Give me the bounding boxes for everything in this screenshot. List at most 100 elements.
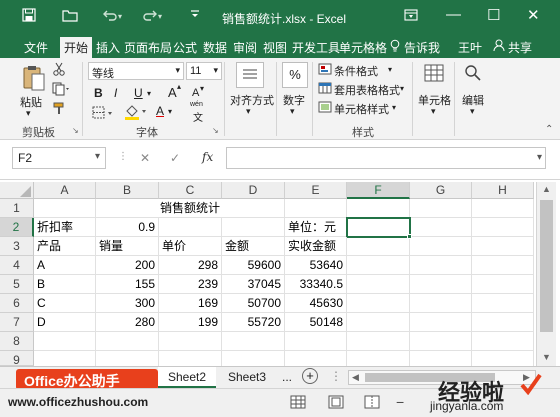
cell-a7[interactable]: D bbox=[34, 313, 96, 332]
cell-b3[interactable]: 销量 bbox=[96, 237, 159, 256]
column-header-e[interactable]: E bbox=[285, 182, 347, 199]
phonetic-guide-button[interactable]: 文 bbox=[193, 109, 203, 124]
alignment-dropdown-icon[interactable]: ▾ bbox=[246, 106, 251, 117]
font-launcher-icon[interactable]: ↘ bbox=[212, 126, 219, 135]
cell-e7[interactable]: 50148 bbox=[285, 313, 347, 332]
tab-home[interactable]: 开始 bbox=[60, 37, 93, 58]
cell-styles-icon[interactable] bbox=[318, 101, 332, 116]
undo-icon[interactable] bbox=[102, 8, 118, 25]
format-as-table-icon[interactable] bbox=[318, 82, 332, 97]
open-folder-icon[interactable] bbox=[62, 8, 78, 25]
vertical-scroll-thumb[interactable] bbox=[540, 200, 553, 332]
row-header-1[interactable]: 1 bbox=[0, 199, 34, 218]
underline-dropdown-icon[interactable]: ▾ bbox=[147, 89, 151, 98]
underline-button[interactable]: U bbox=[134, 86, 143, 100]
cell-styles-dropdown-icon[interactable]: ▾ bbox=[392, 103, 396, 112]
cell-e6[interactable]: 45630 bbox=[285, 294, 347, 313]
cell-a1[interactable] bbox=[34, 199, 96, 218]
vertical-scrollbar[interactable]: ▲ ▼ bbox=[536, 182, 556, 366]
number-dropdown-icon[interactable]: ▾ bbox=[290, 106, 295, 117]
cell-a4[interactable]: A bbox=[34, 256, 96, 275]
column-header-f[interactable]: F bbox=[347, 182, 410, 199]
column-header-a[interactable]: A bbox=[34, 182, 96, 199]
cell-e5[interactable]: 33340.5 bbox=[285, 275, 347, 294]
fill-handle[interactable] bbox=[407, 234, 412, 239]
sheet-tab-sheet3[interactable]: Sheet3 bbox=[218, 367, 276, 388]
cell-e4[interactable]: 53640 bbox=[285, 256, 347, 275]
paste-label[interactable]: 粘贴 bbox=[20, 94, 42, 110]
scroll-down-icon[interactable]: ▼ bbox=[542, 352, 551, 362]
cell-d7[interactable]: 55720 bbox=[222, 313, 285, 332]
editing-dropdown-icon[interactable]: ▾ bbox=[470, 106, 475, 117]
minimize-button[interactable]: — bbox=[446, 6, 461, 23]
cell-e1[interactable] bbox=[285, 199, 347, 218]
column-header-h[interactable]: H bbox=[472, 182, 534, 199]
cell-a5[interactable]: B bbox=[34, 275, 96, 294]
tab-view[interactable]: 视图 bbox=[263, 39, 287, 56]
row-header-3[interactable]: 3 bbox=[0, 237, 34, 256]
row-header-2[interactable]: 2 bbox=[0, 218, 34, 237]
tab-data[interactable]: 数据 bbox=[203, 39, 227, 56]
bold-button[interactable]: B bbox=[94, 86, 103, 100]
share-button[interactable]: 共享 bbox=[508, 39, 532, 56]
worksheet-grid[interactable]: A B C D E F G H 1 2 3 4 5 6 7 8 9 销售额统计 … bbox=[0, 180, 560, 367]
tab-developer[interactable]: 开发工具 bbox=[292, 39, 340, 56]
collapse-ribbon-icon[interactable]: ⌃ bbox=[545, 124, 553, 135]
column-header-b[interactable]: B bbox=[96, 182, 159, 199]
close-button[interactable]: ✕ bbox=[527, 6, 540, 24]
cell-d3[interactable]: 金额 bbox=[222, 237, 285, 256]
ribbon-display-options-icon[interactable] bbox=[404, 8, 418, 24]
select-all-button[interactable] bbox=[0, 182, 34, 199]
clipboard-launcher-icon[interactable]: ↘ bbox=[72, 126, 79, 135]
tab-formulas[interactable]: 公式 bbox=[173, 39, 197, 56]
conditional-format-button[interactable]: 条件格式 bbox=[334, 63, 378, 79]
cell-b2[interactable]: 0.9 bbox=[96, 218, 159, 237]
cell-c6[interactable]: 169 bbox=[159, 294, 222, 313]
tell-me-box[interactable]: 告诉我 bbox=[404, 39, 440, 56]
sheet-tab-sheet2[interactable]: Sheet2 bbox=[158, 367, 217, 388]
tab-file[interactable]: 文件 bbox=[24, 39, 48, 56]
number-format-button[interactable]: % bbox=[282, 62, 308, 88]
cell-c3[interactable]: 单价 bbox=[159, 237, 222, 256]
scroll-left-icon[interactable]: ◀ bbox=[352, 372, 359, 383]
page-layout-view-icon[interactable] bbox=[328, 395, 344, 412]
cell-b5[interactable]: 155 bbox=[96, 275, 159, 294]
cell-b4[interactable]: 200 bbox=[96, 256, 159, 275]
cells-dropdown-icon[interactable]: ▾ bbox=[431, 106, 436, 117]
font-size-dropdown-icon[interactable]: ▾ bbox=[213, 65, 218, 76]
expand-formula-bar-icon[interactable]: ▾ bbox=[537, 152, 542, 163]
font-name-combo[interactable]: 等线 ▾ bbox=[88, 62, 184, 80]
undo-dropdown-icon[interactable]: ▾ bbox=[118, 12, 122, 21]
cell-e2[interactable]: 单位：元 bbox=[285, 218, 347, 237]
add-sheet-button[interactable]: + bbox=[302, 368, 318, 384]
row-header-9[interactable]: 9 bbox=[0, 351, 34, 367]
cell-styles-button[interactable]: 单元格样式 bbox=[334, 101, 389, 117]
cut-icon[interactable] bbox=[52, 62, 66, 79]
redo-icon[interactable] bbox=[142, 8, 158, 25]
paste-icon[interactable] bbox=[22, 64, 46, 95]
font-name-dropdown-icon[interactable]: ▾ bbox=[175, 65, 180, 76]
format-as-table-button[interactable]: 套用表格格式 bbox=[334, 82, 400, 98]
cells-icon[interactable] bbox=[424, 64, 444, 85]
shrink-font-button[interactable]: A bbox=[192, 87, 199, 99]
fill-color-icon[interactable] bbox=[124, 104, 148, 123]
format-as-table-dropdown-icon[interactable]: ▾ bbox=[400, 84, 404, 93]
cell-d4[interactable]: 59600 bbox=[222, 256, 285, 275]
zoom-out-icon[interactable]: − bbox=[396, 394, 404, 410]
copy-icon[interactable] bbox=[52, 82, 70, 99]
cell-c5[interactable]: 239 bbox=[159, 275, 222, 294]
tab-cell-format[interactable]: 单元格格 bbox=[339, 39, 387, 56]
row-header-4[interactable]: 4 bbox=[0, 256, 34, 275]
format-painter-icon[interactable] bbox=[52, 102, 66, 119]
cell-e3[interactable]: 实收金额 bbox=[285, 237, 347, 256]
row-header-8[interactable]: 8 bbox=[0, 332, 34, 351]
column-header-d[interactable]: D bbox=[222, 182, 285, 199]
conditional-format-dropdown-icon[interactable]: ▾ bbox=[388, 65, 392, 74]
user-name[interactable]: 王叶 bbox=[458, 39, 482, 56]
cell-a6[interactable]: C bbox=[34, 294, 96, 313]
title-cell[interactable]: 销售额统计 bbox=[96, 199, 285, 218]
column-header-g[interactable]: G bbox=[410, 182, 472, 199]
save-icon[interactable] bbox=[22, 8, 36, 25]
redo-dropdown-icon[interactable]: ▾ bbox=[158, 12, 162, 21]
row-header-6[interactable]: 6 bbox=[0, 294, 34, 313]
